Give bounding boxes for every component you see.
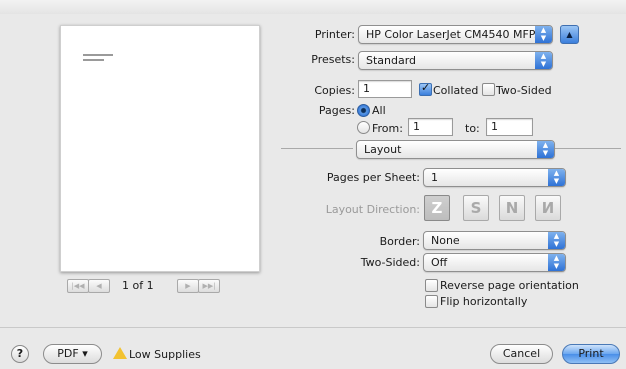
direction-z-icon[interactable]: Z bbox=[424, 195, 450, 221]
from-field[interactable]: 1 bbox=[408, 118, 453, 136]
flip-horizontally-checkbox[interactable] bbox=[425, 295, 438, 308]
direction-reverse-n-icon[interactable]: N bbox=[535, 195, 561, 221]
pdf-menu-button[interactable]: PDF ▾ bbox=[43, 344, 102, 364]
popup-arrows-icon: ▲ ▼ bbox=[535, 52, 552, 69]
print-button[interactable]: Print bbox=[562, 344, 620, 364]
to-value: 1 bbox=[491, 120, 498, 133]
title-band bbox=[0, 0, 626, 14]
disclosure-up-icon: ▲ bbox=[566, 30, 573, 39]
pages-all-label: All bbox=[372, 104, 386, 117]
pages-from-radio[interactable] bbox=[357, 121, 370, 134]
from-value: 1 bbox=[413, 120, 420, 133]
copies-value: 1 bbox=[363, 82, 370, 95]
section-popup[interactable]: Layout ▲ ▼ bbox=[356, 140, 555, 159]
section-divider-right bbox=[555, 148, 621, 149]
collated-label: Collated bbox=[433, 84, 479, 97]
printer-popup[interactable]: HP Color LaserJet CM4540 MFP... ▲ ▼ bbox=[358, 25, 553, 44]
border-popup[interactable]: None ▲ ▼ bbox=[423, 231, 566, 250]
collated-checkbox[interactable] bbox=[419, 81, 432, 96]
layout-two-sided-label: Two-Sided: bbox=[360, 256, 420, 269]
page-preview bbox=[60, 25, 260, 272]
reverse-orientation-label: Reverse page orientation bbox=[440, 279, 579, 292]
warning-triangle-icon bbox=[113, 347, 127, 359]
popup-arrows-icon: ▲ ▼ bbox=[548, 232, 565, 249]
first-page-button[interactable]: |◀◀ bbox=[67, 279, 89, 293]
low-supplies-link[interactable]: Low Supplies bbox=[129, 348, 201, 361]
presets-popup[interactable]: Standard ▲ ▼ bbox=[358, 51, 553, 70]
layout-two-sided-popup[interactable]: Off ▲ ▼ bbox=[423, 253, 566, 272]
last-page-button[interactable]: ▶▶| bbox=[198, 279, 220, 293]
presets-label: Presets: bbox=[311, 53, 355, 66]
layout-two-sided-value: Off bbox=[431, 256, 448, 269]
section-divider-left bbox=[281, 148, 353, 149]
layout-direction-label: Layout Direction: bbox=[325, 203, 420, 216]
pages-from-label: From: bbox=[372, 122, 403, 135]
collapse-details-button[interactable]: ▲ bbox=[560, 25, 579, 44]
popup-arrows-icon: ▲ ▼ bbox=[548, 254, 565, 271]
preview-text-lines bbox=[83, 54, 113, 64]
footer-divider bbox=[0, 327, 626, 328]
printer-value: HP Color LaserJet CM4540 MFP... bbox=[366, 28, 545, 41]
next-page-button[interactable]: ▶ bbox=[177, 279, 199, 293]
pages-to-label: to: bbox=[465, 122, 480, 135]
help-icon: ? bbox=[16, 347, 24, 360]
border-value: None bbox=[431, 234, 460, 247]
copies-label: Copies: bbox=[314, 84, 355, 97]
flip-horizontally-label: Flip horizontally bbox=[440, 295, 528, 308]
presets-value: Standard bbox=[366, 54, 417, 67]
two-sided-label: Two-Sided bbox=[496, 84, 552, 97]
printer-label: Printer: bbox=[314, 28, 355, 41]
pages-per-sheet-value: 1 bbox=[431, 171, 438, 184]
pages-all-radio[interactable] bbox=[357, 104, 370, 117]
pages-per-sheet-label: Pages per Sheet: bbox=[326, 171, 420, 184]
direction-s-icon[interactable]: S bbox=[463, 195, 489, 221]
pages-label: Pages: bbox=[318, 104, 355, 117]
copies-field[interactable]: 1 bbox=[358, 80, 412, 98]
previous-page-button[interactable]: ◀ bbox=[88, 279, 110, 293]
page-indicator: 1 of 1 bbox=[122, 279, 154, 292]
popup-arrows-icon: ▲ ▼ bbox=[537, 141, 554, 158]
to-field[interactable]: 1 bbox=[486, 118, 533, 136]
popup-arrows-icon: ▲ ▼ bbox=[548, 169, 565, 186]
border-label: Border: bbox=[379, 235, 420, 248]
help-button[interactable]: ? bbox=[11, 345, 29, 363]
reverse-orientation-checkbox[interactable] bbox=[425, 279, 438, 292]
cancel-button[interactable]: Cancel bbox=[490, 344, 553, 364]
pages-per-sheet-popup[interactable]: 1 ▲ ▼ bbox=[423, 168, 566, 187]
popup-arrows-icon: ▲ ▼ bbox=[535, 26, 552, 43]
direction-n-icon[interactable]: N bbox=[499, 195, 525, 221]
two-sided-checkbox[interactable] bbox=[482, 83, 495, 96]
section-value: Layout bbox=[364, 143, 402, 156]
